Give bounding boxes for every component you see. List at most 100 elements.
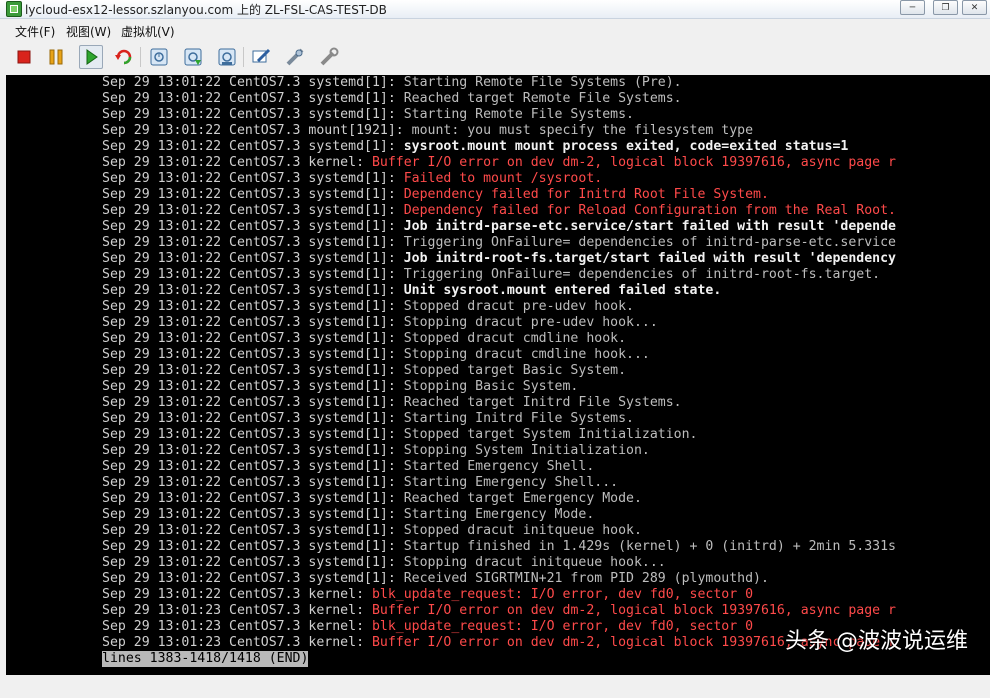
toolbar-separator: [140, 47, 141, 67]
console-settings-button[interactable]: [249, 45, 273, 69]
log-line-prefix: Sep 29 13:01:22 CentOS7.3 systemd[1]:: [102, 379, 404, 394]
log-line-message: Starting Emergency Shell...: [404, 475, 618, 490]
menu-bar: 文件(F) 视图(W) 虚拟机(V): [0, 19, 990, 41]
log-line-prefix: Sep 29 13:01:22 CentOS7.3 kernel:: [102, 155, 372, 170]
log-line: Sep 29 13:01:22 CentOS7.3 systemd[1]: St…: [102, 347, 896, 363]
log-line-message: sysroot.mount mount process exited, code…: [404, 139, 849, 154]
log-line-message: Started Emergency Shell.: [404, 459, 595, 474]
snapshot-manager-icon: [215, 45, 239, 69]
log-line: Sep 29 13:01:22 CentOS7.3 systemd[1]: Un…: [102, 283, 896, 299]
log-line-prefix: Sep 29 13:01:22 CentOS7.3 systemd[1]:: [102, 107, 404, 122]
log-line: Sep 29 13:01:22 CentOS7.3 systemd[1]: Re…: [102, 91, 896, 107]
log-line-prefix: Sep 29 13:01:22 CentOS7.3 systemd[1]:: [102, 331, 404, 346]
log-line-message: Received SIGRTMIN+21 from PID 289 (plymo…: [404, 571, 769, 586]
connect-devices-icon: [283, 45, 307, 69]
vm-console-screen[interactable]: Sep 29 13:01:22 CentOS7.3 systemd[1]: St…: [6, 75, 990, 675]
log-line-prefix: Sep 29 13:01:22 CentOS7.3 systemd[1]:: [102, 171, 404, 186]
log-line-prefix: Sep 29 13:01:22 CentOS7.3 systemd[1]:: [102, 187, 404, 202]
log-line-prefix: Sep 29 13:01:22 CentOS7.3 systemd[1]:: [102, 555, 404, 570]
log-line: Sep 29 13:01:22 CentOS7.3 systemd[1]: St…: [102, 427, 896, 443]
log-line-message: Stopping System Initialization.: [404, 443, 650, 458]
log-line-prefix: Sep 29 13:01:22 CentOS7.3 systemd[1]:: [102, 315, 404, 330]
log-line: Sep 29 13:01:22 CentOS7.3 systemd[1]: St…: [102, 507, 896, 523]
log-line-prefix: Sep 29 13:01:22 CentOS7.3 systemd[1]:: [102, 523, 404, 538]
log-line-message: Buffer I/O error on dev dm-2, logical bl…: [372, 155, 896, 170]
log-line-message: Reached target Emergency Mode.: [404, 491, 642, 506]
log-line-prefix: Sep 29 13:01:22 CentOS7.3 systemd[1]:: [102, 75, 404, 90]
log-line-prefix: Sep 29 13:01:22 CentOS7.3 systemd[1]:: [102, 475, 404, 490]
journal-log: Sep 29 13:01:22 CentOS7.3 systemd[1]: St…: [102, 75, 896, 667]
log-line: Sep 29 13:01:22 CentOS7.3 systemd[1]: Jo…: [102, 219, 896, 235]
pager-status: lines 1383-1418/1418 (END): [102, 651, 308, 667]
reset-button[interactable]: [112, 45, 136, 69]
log-line-prefix: Sep 29 13:01:22 CentOS7.3 systemd[1]:: [102, 299, 404, 314]
log-line: Sep 29 13:01:22 CentOS7.3 systemd[1]: De…: [102, 203, 896, 219]
log-line: Sep 29 13:01:23 CentOS7.3 kernel: blk_up…: [102, 619, 896, 635]
window-bottom-strip: [0, 675, 990, 698]
log-line-prefix: Sep 29 13:01:22 CentOS7.3 systemd[1]:: [102, 363, 404, 378]
log-line-message: Startup finished in 1.429s (kernel) + 0 …: [404, 539, 896, 554]
log-line: Sep 29 13:01:22 CentOS7.3 systemd[1]: St…: [102, 539, 896, 555]
log-line-message: Stopped target Basic System.: [404, 363, 626, 378]
play-icon: [80, 46, 102, 68]
log-line-prefix: Sep 29 13:01:22 CentOS7.3 systemd[1]:: [102, 571, 404, 586]
log-line-prefix: Sep 29 13:01:22 CentOS7.3 systemd[1]:: [102, 251, 404, 266]
log-line: Sep 29 13:01:22 CentOS7.3 systemd[1]: Re…: [102, 491, 896, 507]
log-line-message: Starting Remote File Systems.: [404, 107, 634, 122]
take-snapshot-button[interactable]: [147, 45, 171, 69]
snapshot-revert-icon: [181, 45, 205, 69]
log-line-prefix: Sep 29 13:01:22 CentOS7.3 systemd[1]:: [102, 91, 404, 106]
log-line-prefix: Sep 29 13:01:22 CentOS7.3 systemd[1]:: [102, 235, 404, 250]
connect-devices-button[interactable]: [283, 45, 307, 69]
revert-snapshot-button[interactable]: [181, 45, 205, 69]
log-line: Sep 29 13:01:22 CentOS7.3 mount[1921]: m…: [102, 123, 896, 139]
power-off-button[interactable]: [12, 45, 36, 69]
log-line-message: Stopping dracut cmdline hook...: [404, 347, 650, 362]
log-line-prefix: Sep 29 13:01:22 CentOS7.3 systemd[1]:: [102, 491, 404, 506]
log-line: Sep 29 13:01:22 CentOS7.3 systemd[1]: St…: [102, 299, 896, 315]
suspend-button[interactable]: [44, 45, 68, 69]
log-line-prefix: Sep 29 13:01:22 CentOS7.3 systemd[1]:: [102, 139, 404, 154]
restore-button[interactable]: ❐: [933, 0, 958, 15]
log-line: Sep 29 13:01:22 CentOS7.3 kernel: blk_up…: [102, 587, 896, 603]
vm-tools-button[interactable]: [317, 45, 341, 69]
log-line: Sep 29 13:01:22 CentOS7.3 systemd[1]: St…: [102, 443, 896, 459]
reset-icon: [112, 45, 136, 69]
log-line: Sep 29 13:01:22 CentOS7.3 systemd[1]: Jo…: [102, 251, 896, 267]
log-line-message: Unit sysroot.mount entered failed state.: [404, 283, 722, 298]
power-on-button[interactable]: [79, 45, 103, 69]
console-settings-icon: [249, 45, 273, 69]
log-line: Sep 29 13:01:22 CentOS7.3 systemd[1]: St…: [102, 379, 896, 395]
menu-view[interactable]: 视图(W): [66, 23, 111, 40]
log-line-prefix: Sep 29 13:01:22 CentOS7.3 systemd[1]:: [102, 539, 404, 554]
log-line: Sep 29 13:01:22 CentOS7.3 systemd[1]: St…: [102, 331, 896, 347]
log-line: Sep 29 13:01:22 CentOS7.3 systemd[1]: Tr…: [102, 267, 896, 283]
log-line: Sep 29 13:01:22 CentOS7.3 systemd[1]: Re…: [102, 571, 896, 587]
minimize-button[interactable]: ─: [900, 0, 925, 15]
menu-file[interactable]: 文件(F): [15, 23, 55, 40]
log-line: Sep 29 13:01:22 CentOS7.3 systemd[1]: Re…: [102, 395, 896, 411]
log-line-prefix: Sep 29 13:01:22 CentOS7.3 systemd[1]:: [102, 347, 404, 362]
log-line-message: Job initrd-parse-etc.service/start faile…: [404, 219, 896, 234]
log-line: Sep 29 13:01:22 CentOS7.3 systemd[1]: St…: [102, 363, 896, 379]
menu-vm[interactable]: 虚拟机(V): [121, 23, 175, 40]
log-line: Sep 29 13:01:23 CentOS7.3 kernel: Buffer…: [102, 603, 896, 619]
vm-console-icon: [6, 1, 22, 17]
close-button[interactable]: ✕: [962, 0, 987, 15]
log-line: Sep 29 13:01:22 CentOS7.3 systemd[1]: St…: [102, 475, 896, 491]
log-line-prefix: Sep 29 13:01:22 CentOS7.3 systemd[1]:: [102, 395, 404, 410]
snapshot-manager-button[interactable]: [215, 45, 239, 69]
log-line-prefix: Sep 29 13:01:22 CentOS7.3 systemd[1]:: [102, 459, 404, 474]
log-line-message: Dependency failed for Reload Configurati…: [404, 203, 896, 218]
log-line-message: Reached target Initrd File Systems.: [404, 395, 682, 410]
log-line-message: Stopping Basic System.: [404, 379, 579, 394]
snapshot-icon: [147, 45, 171, 69]
log-line-prefix: Sep 29 13:01:23 CentOS7.3 kernel:: [102, 635, 372, 650]
log-line-message: Triggering OnFailure= dependencies of in…: [404, 235, 896, 250]
log-line-prefix: Sep 29 13:01:22 CentOS7.3 systemd[1]:: [102, 267, 404, 282]
pager-status-row: lines 1383-1418/1418 (END): [102, 651, 896, 667]
window-title: lycloud-esx12-lessor.szlanyou.com 上的 ZL-…: [25, 1, 387, 18]
log-line: Sep 29 13:01:22 CentOS7.3 systemd[1]: St…: [102, 555, 896, 571]
log-line: Sep 29 13:01:22 CentOS7.3 systemd[1]: St…: [102, 75, 896, 91]
log-line: Sep 29 13:01:22 CentOS7.3 systemd[1]: St…: [102, 411, 896, 427]
